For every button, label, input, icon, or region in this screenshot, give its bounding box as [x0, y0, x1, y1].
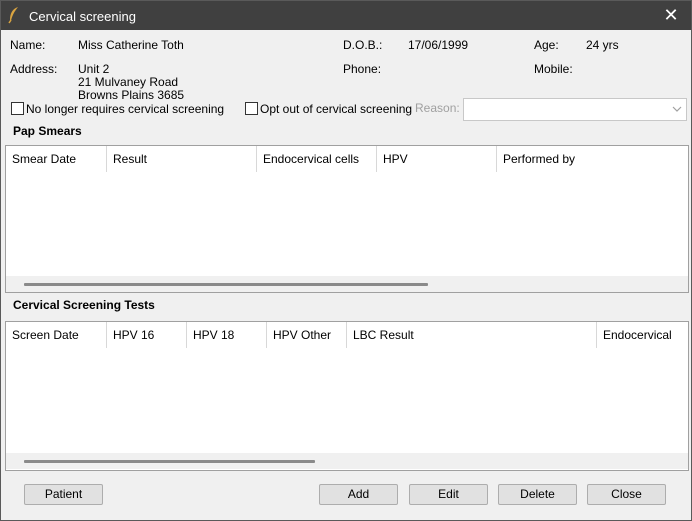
- phone-label: Phone:: [343, 62, 382, 76]
- opt-out-label[interactable]: Opt out of cervical screening: [260, 102, 412, 116]
- address-line-3: Browns Plains 3685: [78, 88, 185, 102]
- column-header-hpv-other[interactable]: HPV Other: [267, 322, 347, 348]
- reason-dropdown[interactable]: [463, 98, 687, 121]
- delete-button[interactable]: Delete: [498, 484, 577, 505]
- no-longer-requires-label[interactable]: No longer requires cervical screening: [26, 102, 224, 116]
- age-value: 24 yrs: [586, 38, 619, 52]
- column-header-smear-date[interactable]: Smear Date: [6, 146, 107, 172]
- close-button[interactable]: Close: [587, 484, 666, 505]
- age-label: Age:: [534, 38, 559, 52]
- window-title: Cervical screening: [29, 9, 136, 24]
- chevron-down-icon: [672, 106, 682, 112]
- column-header-hpv-18[interactable]: HPV 18: [187, 322, 267, 348]
- column-header-endocervical-cells[interactable]: Endocervical cells: [257, 146, 377, 172]
- address-label: Address:: [10, 62, 58, 76]
- screening-tests-title: Cervical Screening Tests: [13, 298, 155, 312]
- column-header-lbc-result[interactable]: LBC Result: [347, 322, 597, 348]
- scrollbar-thumb[interactable]: [24, 283, 428, 286]
- title-bar: Cervical screening ✕: [1, 1, 691, 30]
- column-header-performed-by[interactable]: Performed by: [497, 146, 687, 172]
- address-line-1: Unit 2: [78, 62, 110, 76]
- name-value: Miss Catherine Toth: [78, 38, 184, 52]
- add-button[interactable]: Add: [319, 484, 398, 505]
- scrollbar-thumb[interactable]: [24, 460, 315, 463]
- patient-button[interactable]: Patient: [24, 484, 103, 505]
- column-header-endocervical-cells[interactable]: Endocervical cells: [597, 322, 687, 348]
- pap-smears-horizontal-scrollbar[interactable]: [6, 276, 688, 292]
- column-header-hpv[interactable]: HPV: [377, 146, 497, 172]
- screening-tests-horizontal-scrollbar[interactable]: [6, 453, 688, 469]
- cervical-screening-window: Cervical screening ✕ Name: Miss Catherin…: [0, 0, 692, 521]
- column-header-screen-date[interactable]: Screen Date: [6, 322, 107, 348]
- no-longer-requires-checkbox[interactable]: [11, 102, 24, 115]
- feather-icon: [8, 7, 18, 24]
- screening-tests-grid[interactable]: Screen Date HPV 16 HPV 18 HPV Other LBC …: [5, 321, 689, 471]
- mobile-label: Mobile:: [534, 62, 573, 76]
- column-header-result[interactable]: Result: [107, 146, 257, 172]
- reason-label: Reason:: [415, 101, 460, 115]
- pap-smears-grid[interactable]: Smear Date Result Endocervical cells HPV…: [5, 145, 689, 293]
- dob-label: D.O.B.:: [343, 38, 383, 52]
- edit-button[interactable]: Edit: [409, 484, 488, 505]
- name-label: Name:: [10, 38, 46, 52]
- pap-smears-title: Pap Smears: [13, 124, 82, 138]
- opt-out-checkbox[interactable]: [245, 102, 258, 115]
- close-icon[interactable]: ✕: [651, 1, 691, 30]
- dob-value: 17/06/1999: [408, 38, 469, 52]
- address-line-2: 21 Mulvaney Road: [78, 75, 179, 89]
- column-header-hpv-16[interactable]: HPV 16: [107, 322, 187, 348]
